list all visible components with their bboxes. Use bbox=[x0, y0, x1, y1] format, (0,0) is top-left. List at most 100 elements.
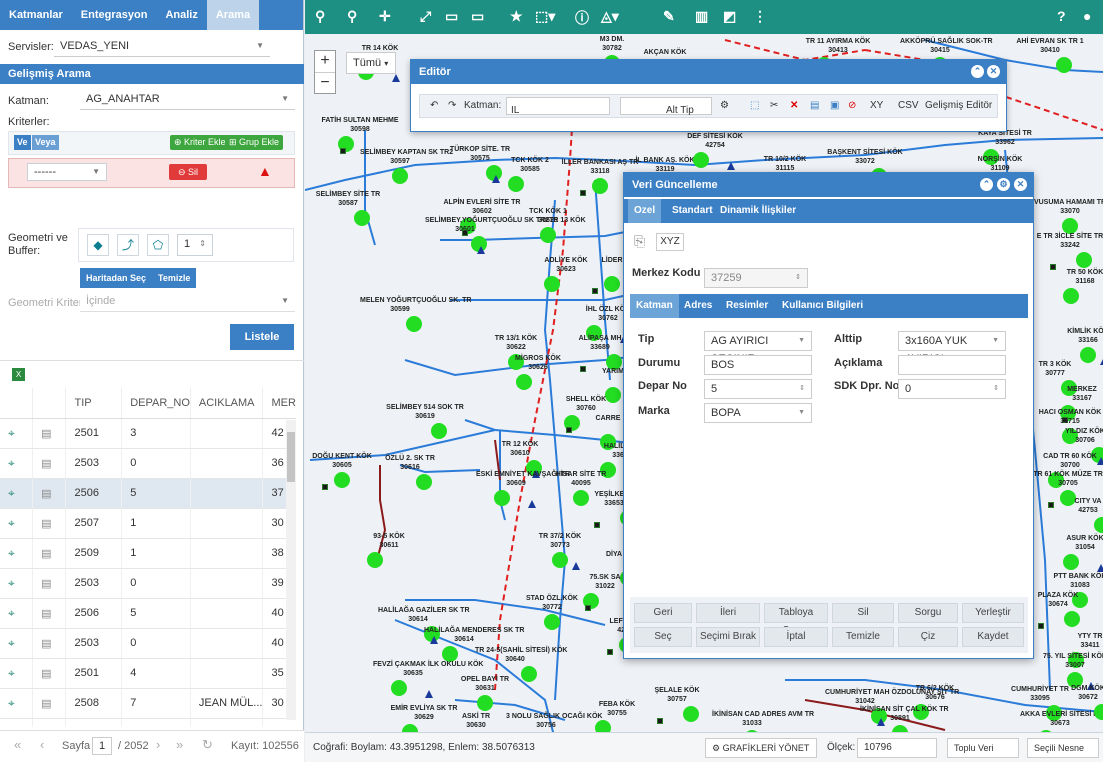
status-input[interactable]: BOS bbox=[704, 355, 812, 375]
services-select[interactable]: VEDAS_YENI ▼ bbox=[54, 37, 270, 57]
tip-select[interactable]: AG AYIRICI SECINIZ▼ bbox=[704, 331, 812, 365]
junction-marker[interactable] bbox=[594, 522, 600, 528]
col-tip[interactable]: TIP bbox=[65, 388, 123, 419]
tab-katmanlar[interactable]: Katmanlar bbox=[0, 0, 72, 30]
editor-titlebar[interactable]: Editör ⌃ ✕ bbox=[411, 60, 1006, 84]
junction-marker[interactable] bbox=[592, 288, 598, 294]
tab-analiz[interactable]: Analiz bbox=[156, 0, 206, 30]
detail-icon[interactable]: ▤ bbox=[32, 598, 67, 629]
subtab-user-info[interactable]: Kullanıcı Bilgileri bbox=[776, 294, 869, 318]
editor-layer-select[interactable]: IL bbox=[506, 97, 610, 116]
place-button[interactable]: Yerleştir bbox=[962, 603, 1024, 623]
substation-node[interactable] bbox=[431, 423, 447, 439]
zoom-out-tool-icon[interactable]: ⚲ bbox=[347, 8, 357, 25]
scroll-thumb[interactable] bbox=[287, 432, 295, 482]
zoom-to-feature-icon[interactable]: ⌖ bbox=[0, 598, 34, 629]
graphics-manage-button[interactable]: ⚙ GRAFİKLERİ YÖNET ▾ bbox=[705, 738, 817, 762]
substation-node[interactable] bbox=[334, 472, 350, 488]
description-input[interactable] bbox=[898, 355, 1006, 375]
transformer-marker[interactable] bbox=[727, 162, 735, 170]
zoom-to-feature-icon[interactable]: ⌖ bbox=[0, 568, 34, 599]
layer-filter-select[interactable]: Tümü ▾ bbox=[346, 52, 396, 74]
table-row[interactable]: ⌖ ▤ 2506 5 40 bbox=[0, 598, 296, 629]
transformer-marker[interactable] bbox=[477, 246, 485, 254]
info-icon[interactable]: ⓘ bbox=[575, 8, 589, 28]
transformer-marker[interactable] bbox=[572, 562, 580, 570]
close-icon[interactable]: ✕ bbox=[1014, 178, 1027, 191]
table-row[interactable]: ⌖ ▤ 2501 4 35 bbox=[0, 658, 296, 689]
detail-icon[interactable]: ▤ bbox=[32, 478, 67, 509]
delete-criteria-button[interactable]: ⊖ Sil bbox=[169, 164, 207, 180]
first-page-icon[interactable]: « bbox=[14, 737, 21, 752]
tab-arama[interactable]: Arama bbox=[206, 0, 260, 30]
settings-icon[interactable]: ⚙ bbox=[997, 178, 1010, 191]
table-row[interactable]: ⌖ ▤ 2506 5 37 bbox=[0, 478, 296, 509]
zoom-in-button[interactable]: + bbox=[315, 51, 335, 72]
detail-icon[interactable]: ▤ bbox=[32, 568, 67, 599]
pan-tool-icon[interactable]: ✛ bbox=[379, 8, 391, 25]
substation-node[interactable] bbox=[544, 276, 560, 292]
move-icon[interactable]: ⬚ bbox=[750, 100, 759, 111]
detail-icon[interactable]: ▤ bbox=[32, 628, 67, 659]
zoom-out-button[interactable]: − bbox=[315, 72, 335, 93]
substation-node[interactable] bbox=[540, 227, 556, 243]
collapse-icon[interactable]: ⌃ bbox=[971, 65, 984, 78]
excel-export-icon[interactable]: X bbox=[12, 368, 25, 381]
chart-icon[interactable]: ▥ bbox=[695, 8, 708, 25]
table-row[interactable]: ⌖ ▤ 2509 1 38 bbox=[0, 538, 296, 569]
subtab-resimler[interactable]: Resimler bbox=[720, 294, 774, 318]
junction-marker[interactable] bbox=[566, 427, 572, 433]
substation-node[interactable] bbox=[516, 374, 532, 390]
substation-node[interactable] bbox=[1094, 517, 1103, 533]
transformer-marker[interactable] bbox=[1097, 564, 1103, 572]
table-row[interactable]: ⌖ ▤ 2503 0 36 bbox=[0, 448, 296, 479]
forward-button[interactable]: İleri bbox=[696, 603, 760, 623]
grid-scrollbar[interactable] bbox=[286, 420, 296, 720]
substation-node[interactable] bbox=[477, 695, 493, 711]
substation-node[interactable] bbox=[683, 706, 699, 722]
add-group-button[interactable]: ⊞ Grup Ekle bbox=[225, 135, 284, 150]
table-row[interactable]: ⌖ ▤ 2501 3 42 bbox=[0, 418, 296, 449]
page-input[interactable]: 1 bbox=[92, 737, 112, 755]
layer-select[interactable]: AG_ANAHTAR ▼ bbox=[80, 90, 295, 110]
subtype-select[interactable]: Alt Tip bbox=[620, 97, 712, 116]
substation-node[interactable] bbox=[1064, 611, 1080, 627]
substation-node[interactable] bbox=[494, 490, 510, 506]
cancel-icon[interactable]: ⊘ bbox=[848, 100, 856, 111]
brand-select[interactable]: BOPA ▼ bbox=[704, 403, 812, 423]
subtab-katman[interactable]: Katman bbox=[630, 294, 679, 318]
zoom-to-feature-icon[interactable]: ⌖ bbox=[0, 628, 34, 659]
xyz-button[interactable]: XYZ bbox=[656, 233, 684, 251]
bulk-update-button[interactable]: Toplu Veri Günc. bbox=[947, 738, 1019, 762]
prev-page-icon[interactable]: ‹ bbox=[40, 737, 44, 752]
detail-icon[interactable]: ▤ bbox=[32, 448, 67, 479]
deselect-button[interactable]: Seçimi Bırak bbox=[696, 627, 760, 647]
table-row[interactable]: ⌖ ▤ 2507 1 30 bbox=[0, 508, 296, 539]
zoom-to-feature-icon[interactable]: ⌖ bbox=[0, 538, 34, 569]
tab-ozel[interactable]: Ozel bbox=[628, 199, 662, 223]
detail-icon[interactable]: ▤ bbox=[32, 658, 67, 689]
substation-node[interactable] bbox=[693, 152, 709, 168]
substation-node[interactable] bbox=[391, 680, 407, 696]
junction-marker[interactable] bbox=[607, 649, 613, 655]
substation-node[interactable] bbox=[416, 474, 432, 490]
line-tool-icon[interactable]: ⤴ bbox=[117, 234, 139, 256]
substation-node[interactable] bbox=[1094, 704, 1103, 720]
help-icon[interactable]: ? bbox=[1057, 8, 1066, 24]
select-tool-icon[interactable]: ⬚▾ bbox=[535, 8, 555, 25]
table-row[interactable]: ⌖ ▤ 2503 0 40 bbox=[0, 628, 296, 659]
detail-icon[interactable]: ▤ bbox=[32, 688, 67, 719]
next-page-icon[interactable]: › bbox=[156, 737, 160, 752]
table-row[interactable]: ⌖ ▤ 2503 0 39 bbox=[0, 568, 296, 599]
junction-marker[interactable] bbox=[657, 718, 663, 724]
substation-node[interactable] bbox=[354, 210, 370, 226]
substation-node[interactable] bbox=[1056, 57, 1072, 73]
select-button[interactable]: Seç bbox=[634, 627, 692, 647]
last-page-icon[interactable]: » bbox=[176, 737, 183, 752]
col-aciklama[interactable]: ACIKLAMA bbox=[190, 388, 264, 419]
substation-node[interactable] bbox=[604, 276, 620, 292]
substation-node[interactable] bbox=[508, 176, 524, 192]
selected-object-button[interactable]: Seçili Nesne Yok bbox=[1027, 738, 1099, 762]
user-icon[interactable]: ● bbox=[1083, 8, 1091, 24]
polygon-tool-icon[interactable]: ⬠ bbox=[147, 234, 169, 256]
